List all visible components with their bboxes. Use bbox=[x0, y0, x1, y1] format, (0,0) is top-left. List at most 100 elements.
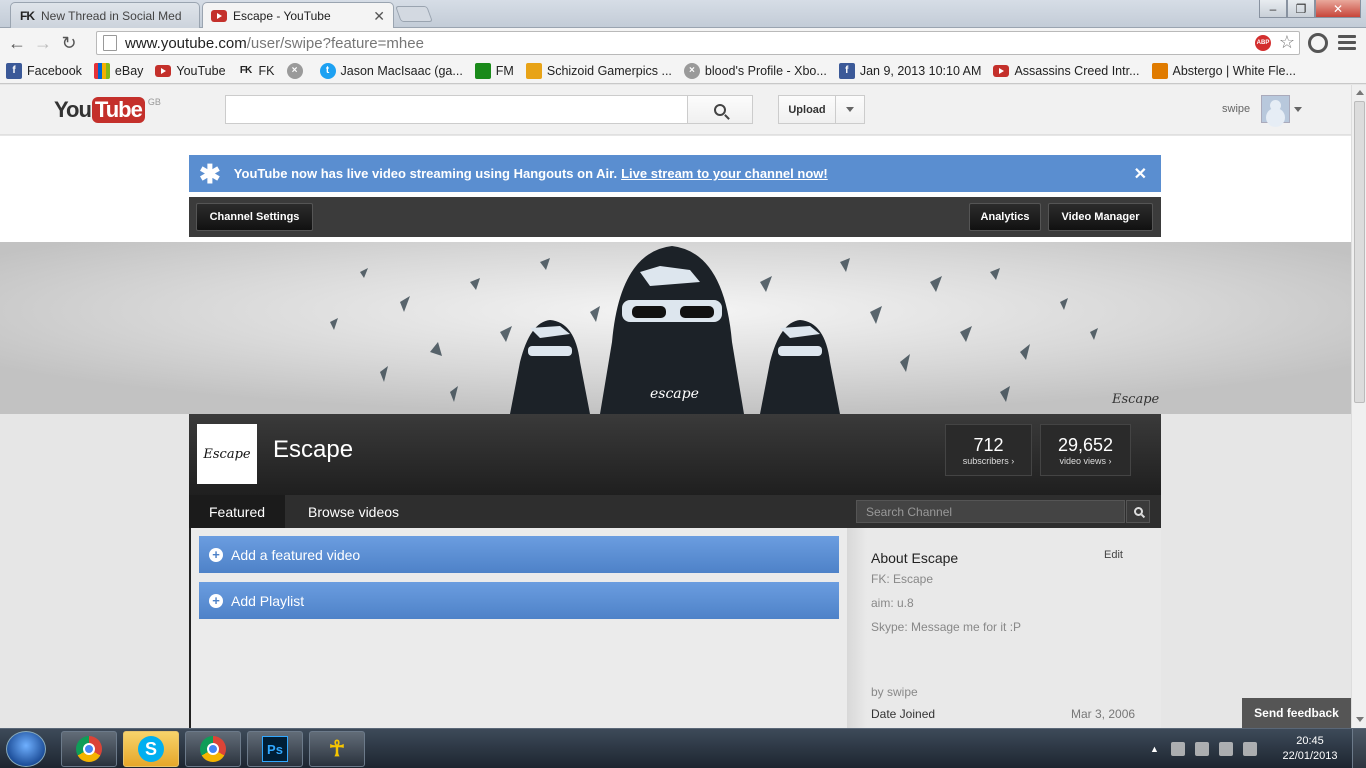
xbox-icon: × bbox=[286, 62, 303, 79]
close-window-button[interactable]: ✕ bbox=[1315, 0, 1361, 18]
channel-search-input[interactable]: Search Channel bbox=[856, 500, 1125, 523]
start-button[interactable] bbox=[6, 731, 46, 767]
tray-expand-icon[interactable]: ▲ bbox=[1150, 744, 1159, 754]
channel-settings-button[interactable]: Channel Settings bbox=[196, 203, 313, 231]
bookmark-star-icon[interactable]: ☆ bbox=[1279, 32, 1295, 53]
system-tray: ▲ bbox=[1150, 729, 1267, 768]
bookmark-assassins-creed[interactable]: Assassins Creed Intr... bbox=[993, 63, 1140, 79]
scroll-up-arrow[interactable] bbox=[1356, 90, 1364, 95]
browser-tab-social-media[interactable]: FK New Thread in Social Med bbox=[10, 2, 200, 28]
search-button[interactable] bbox=[687, 95, 753, 124]
add-playlist-button[interactable]: + Add Playlist bbox=[199, 582, 839, 619]
menu-icon[interactable] bbox=[1338, 33, 1356, 51]
abstergo-icon bbox=[1151, 62, 1168, 79]
chevron-down-icon[interactable] bbox=[1294, 107, 1302, 112]
twitter-icon: t bbox=[319, 62, 336, 79]
user-name[interactable]: swipe bbox=[1222, 103, 1250, 115]
flag-icon[interactable] bbox=[1170, 742, 1185, 756]
maximize-button[interactable]: ❐ bbox=[1287, 0, 1315, 18]
channel-search-button[interactable] bbox=[1126, 500, 1150, 523]
channel-main: + Add a featured video + Add Playlist bbox=[189, 528, 847, 728]
youtube-icon bbox=[155, 63, 172, 79]
chevron-down-icon bbox=[846, 107, 854, 112]
new-tab-button[interactable] bbox=[395, 6, 433, 22]
clock-date: 22/01/2013 bbox=[1282, 750, 1338, 762]
ebay-icon bbox=[93, 62, 110, 79]
network-icon[interactable] bbox=[1194, 742, 1209, 756]
tab-featured[interactable]: Featured bbox=[189, 495, 286, 528]
asterisk-icon: ✱ bbox=[199, 158, 221, 189]
bookmark-label: Assassins Creed Intr... bbox=[1014, 63, 1140, 78]
minimize-button[interactable]: – bbox=[1259, 0, 1287, 18]
taskbar-photoshop[interactable]: Ps bbox=[247, 731, 303, 767]
gamerpics-icon bbox=[525, 62, 542, 79]
search-input[interactable] bbox=[225, 95, 688, 124]
bookmark-jason-macisaac[interactable]: t Jason MacIsaac (ga... bbox=[319, 62, 463, 79]
bookmark-facebook[interactable]: f Facebook bbox=[6, 62, 82, 79]
bookmark-youtube[interactable]: YouTube bbox=[155, 63, 226, 79]
close-icon[interactable]: ✕ bbox=[1134, 164, 1147, 184]
channel-avatar[interactable]: Escape bbox=[197, 424, 257, 484]
bookmark-abstergo[interactable]: Abstergo | White Fle... bbox=[1151, 62, 1296, 79]
video-views-label: video views › bbox=[1059, 456, 1112, 466]
bookmark-label: FM bbox=[495, 63, 514, 78]
fk-icon: FK bbox=[20, 8, 35, 23]
bookmark-fm[interactable]: FM bbox=[474, 62, 514, 79]
bookmark-label: Schizoid Gamerpics ... bbox=[546, 63, 672, 78]
send-feedback-button[interactable]: Send feedback bbox=[1242, 698, 1351, 728]
search-icon bbox=[714, 103, 726, 116]
close-tab-icon[interactable]: ✕ bbox=[367, 8, 385, 25]
add-playlist-label: Add Playlist bbox=[231, 592, 305, 609]
scroll-thumb[interactable] bbox=[1354, 101, 1365, 403]
notice-text: YouTube now has live video streaming usi… bbox=[233, 166, 618, 181]
taskbar-skype[interactable]: S bbox=[123, 731, 179, 767]
about-edit-link[interactable]: Edit bbox=[1104, 549, 1123, 561]
skype-icon: S bbox=[138, 736, 164, 762]
bookmark-label: eBay bbox=[114, 63, 144, 78]
date-joined-label: Date Joined bbox=[871, 707, 936, 721]
add-featured-video-button[interactable]: + Add a featured video bbox=[199, 536, 839, 573]
adblock-icon[interactable]: ABP bbox=[1255, 35, 1271, 51]
subscribers-stat[interactable]: 712 subscribers › bbox=[945, 424, 1032, 476]
channel-banner: escape Escape bbox=[0, 242, 1351, 414]
analytics-button[interactable]: Analytics bbox=[969, 203, 1041, 231]
browser-tab-escape-youtube[interactable]: Escape - YouTube ✕ bbox=[202, 2, 394, 29]
live-stream-link[interactable]: Live stream to your channel now! bbox=[621, 166, 828, 181]
bookmark-jan-9[interactable]: f Jan 9, 2013 10:10 AM bbox=[838, 62, 981, 79]
forward-button[interactable]: → bbox=[30, 30, 56, 56]
back-button[interactable]: ← bbox=[4, 30, 30, 56]
youtube-icon bbox=[211, 8, 227, 24]
date-joined-value: Mar 3, 2006 bbox=[1071, 707, 1136, 721]
page-scrollbar[interactable] bbox=[1351, 85, 1366, 728]
subscribers-count: 712 bbox=[973, 435, 1004, 455]
bookmark-schizoid-gamerpics[interactable]: Schizoid Gamerpics ... bbox=[525, 62, 672, 79]
url-path: /user/swipe?feature=mhee bbox=[246, 34, 424, 52]
address-bar[interactable]: www.youtube.com/user/swipe?feature=mhee … bbox=[96, 31, 1300, 55]
masthead: You Tube GB Upload swipe bbox=[0, 85, 1351, 135]
tab-browse-videos[interactable]: Browse videos bbox=[288, 495, 419, 528]
clock[interactable]: 20:45 22/01/2013 bbox=[1280, 734, 1340, 764]
video-views-stat[interactable]: 29,652 video views › bbox=[1040, 424, 1131, 476]
bookmark-fk[interactable]: FK FK bbox=[238, 63, 275, 79]
taskbar-chrome[interactable] bbox=[61, 731, 117, 767]
scroll-down-arrow[interactable] bbox=[1356, 717, 1364, 722]
upload-button[interactable]: Upload bbox=[778, 95, 836, 124]
upload-dropdown-button[interactable] bbox=[836, 95, 865, 124]
youtube-logo[interactable]: You Tube GB bbox=[54, 97, 161, 123]
signal-icon[interactable] bbox=[1218, 742, 1233, 756]
reload-button[interactable]: ↻ bbox=[56, 30, 82, 56]
video-manager-button[interactable]: Video Manager bbox=[1048, 203, 1153, 231]
chrome-icon bbox=[200, 736, 226, 762]
channel-nav: Featured Browse videos Search Channel bbox=[189, 495, 1161, 528]
volume-icon[interactable] bbox=[1242, 742, 1257, 756]
taskbar-aim[interactable]: ☥ bbox=[309, 731, 365, 767]
about-title: About Escape bbox=[871, 550, 959, 566]
steering-wheel-icon[interactable] bbox=[1308, 33, 1328, 53]
bookmark-bloods-profile[interactable]: × blood's Profile - Xbo... bbox=[683, 62, 827, 79]
show-desktop-button[interactable] bbox=[1352, 729, 1366, 768]
bookmark-xbox[interactable]: × bbox=[286, 62, 308, 79]
bookmark-label: Abstergo | White Fle... bbox=[1172, 63, 1296, 78]
avatar[interactable] bbox=[1261, 95, 1290, 123]
taskbar-chrome-2[interactable] bbox=[185, 731, 241, 767]
bookmark-ebay[interactable]: eBay bbox=[93, 62, 144, 79]
